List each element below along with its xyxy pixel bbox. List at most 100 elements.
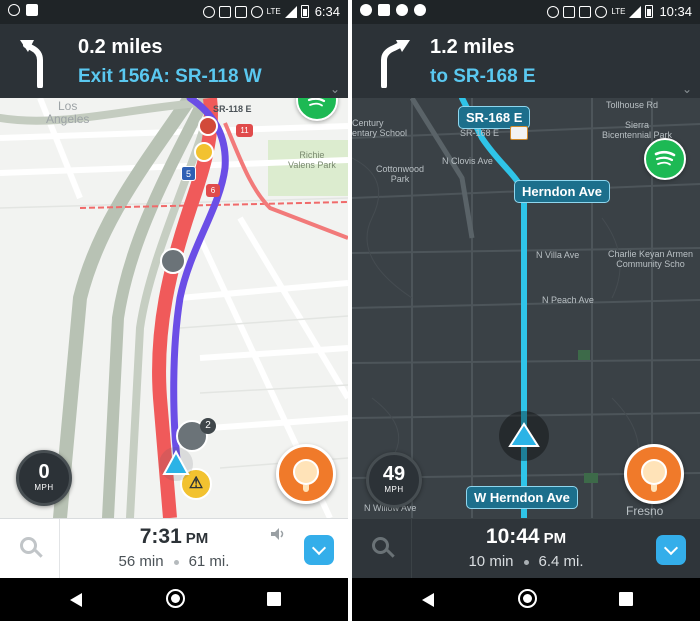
minor-streets (352, 157, 640, 479)
label-charlie-keyan: Charlie Keyan Armen Community Scho (608, 249, 694, 269)
lte-label: LTE (266, 7, 281, 16)
baseball-icon (396, 4, 408, 16)
speedometer: 49 MPH (366, 452, 422, 508)
vibrate-icon (234, 5, 247, 18)
eta-panel[interactable]: 7:31 PM 56 min 61 mi. (60, 519, 288, 579)
next-street: to SR-168 E (430, 66, 536, 87)
eta-ampm: PM (543, 530, 567, 547)
vibrate-icon (579, 5, 592, 18)
label-sr118e: SR-118 E (213, 104, 252, 114)
turn-left-icon (20, 40, 43, 88)
bottom-bar: 7:31 PM 56 min 61 mi. (0, 518, 348, 579)
route11-number: 11 (240, 126, 249, 135)
label-los-angeles: Los Angeles (46, 99, 90, 126)
label-n-villa: N Villa Ave (536, 250, 580, 260)
status-time: 10:34 (659, 4, 692, 19)
hazard-icon[interactable] (194, 142, 214, 162)
phone-screen-dark: LTE 10:34 1.2 miles to SR-168 E ⌄ Tollho… (352, 0, 700, 621)
expand-button[interactable] (656, 535, 686, 565)
report-icon (641, 459, 667, 485)
search-button[interactable] (352, 519, 412, 579)
route5-shield: 5 (181, 166, 196, 181)
turn-distance: 0.2 miles (78, 36, 163, 58)
turn-right-icon (381, 40, 410, 88)
calendar-icon (378, 4, 390, 16)
signal-icon (629, 5, 642, 18)
alarm-icon (595, 5, 608, 18)
status-bar: LTE 6:34 (0, 0, 348, 24)
label-n-clovis: N Clovis Ave (442, 156, 493, 166)
eta-distance: 61 mi. (188, 553, 230, 570)
recents-icon[interactable] (267, 592, 281, 606)
park-patch-2 (584, 473, 598, 483)
eta-time: 7:31 (139, 525, 182, 548)
back-icon[interactable] (70, 593, 82, 607)
park-patch (578, 350, 590, 360)
map-view[interactable]: Tollhouse Rd Sierra Bicentennial Park Ce… (352, 98, 700, 518)
location-icon (202, 5, 215, 18)
eta-duration: 10 min (468, 553, 514, 570)
location-icon (547, 5, 560, 18)
route6-number: 6 (210, 186, 216, 195)
back-icon[interactable] (422, 593, 434, 607)
spotify-button[interactable] (644, 138, 686, 180)
status-time: 6:34 (314, 4, 340, 19)
eta-duration: 56 min (118, 553, 164, 570)
recents-icon[interactable] (619, 592, 633, 606)
navigation-arrow-icon (499, 411, 549, 461)
label-tollhouse: Tollhouse Rd (606, 100, 659, 110)
home-icon[interactable] (518, 589, 537, 608)
bluetooth-icon (218, 5, 231, 18)
label-cottonwood-park: Cottonwood Park (376, 164, 425, 184)
turn-distance: 1.2 miles (430, 36, 515, 58)
expand-button[interactable] (304, 535, 334, 565)
report-button[interactable] (624, 444, 684, 504)
alert-count-badge: 2 (200, 418, 216, 434)
home-icon[interactable] (166, 589, 185, 608)
chevron-down-icon[interactable]: ⌄ (682, 82, 692, 96)
signal-icon (284, 5, 297, 18)
spotify-status-icon (360, 4, 372, 16)
label-century-school: Century entary School (352, 118, 408, 138)
cloud-icon (414, 4, 426, 16)
navigation-banner[interactable]: 1.2 miles to SR-168 E ⌄ (352, 24, 700, 98)
navigation-banner[interactable]: 0.2 miles Exit 156A: SR-118 W ⌄ (0, 24, 348, 98)
route5-number: 5 (185, 169, 191, 179)
eta-panel[interactable]: 10:44 PM 10 min 6.4 mi. (412, 519, 640, 579)
road-label-w-herndon: W Herndon Ave (466, 486, 578, 509)
spotify-icon (307, 98, 326, 107)
chevron-down-icon[interactable]: ⌄ (330, 82, 340, 96)
phone-screen-light: LTE 6:34 0.2 miles Exit 156A: SR-118 W ⌄ (0, 0, 348, 621)
restaurant-icon[interactable] (510, 126, 528, 140)
briefcase-icon (26, 4, 38, 16)
lte-label: LTE (611, 7, 626, 16)
label-richie-park: Richie Valens Park (288, 150, 336, 170)
battery-icon (300, 5, 309, 18)
accident-icon[interactable] (198, 116, 218, 136)
bluetooth-icon (563, 5, 576, 18)
map-view[interactable]: Los Angeles Richie Valens Park SR-118 E … (0, 98, 348, 518)
battery-icon (645, 5, 654, 18)
report-button[interactable] (276, 444, 336, 504)
label-fresno: Fresno (626, 504, 664, 518)
route11-shield: 11 (236, 124, 253, 137)
alert-count: 2 (205, 420, 211, 431)
speedometer: 0 MPH (16, 450, 72, 506)
eta-ampm: PM (185, 530, 209, 547)
sound-icon[interactable] (270, 527, 286, 541)
navigation-arrow-icon (159, 447, 193, 481)
spotify-icon (654, 150, 676, 166)
report-icon (293, 459, 319, 485)
police-icon[interactable] (160, 248, 186, 274)
speed-value: 49 (382, 463, 406, 485)
search-button[interactable] (0, 519, 60, 579)
android-nav-bar (352, 578, 700, 621)
speed-unit: MPH (384, 485, 404, 494)
speed-value: 0 (38, 461, 50, 483)
location-share-icon (8, 4, 20, 16)
alarm-icon (250, 5, 263, 18)
road-label-herndon: Herndon Ave (514, 180, 610, 203)
eta-time: 10:44 (485, 525, 540, 548)
label-sierra-park: Sierra Bicentennial Park (602, 120, 673, 140)
status-bar: LTE 10:34 (352, 0, 700, 24)
